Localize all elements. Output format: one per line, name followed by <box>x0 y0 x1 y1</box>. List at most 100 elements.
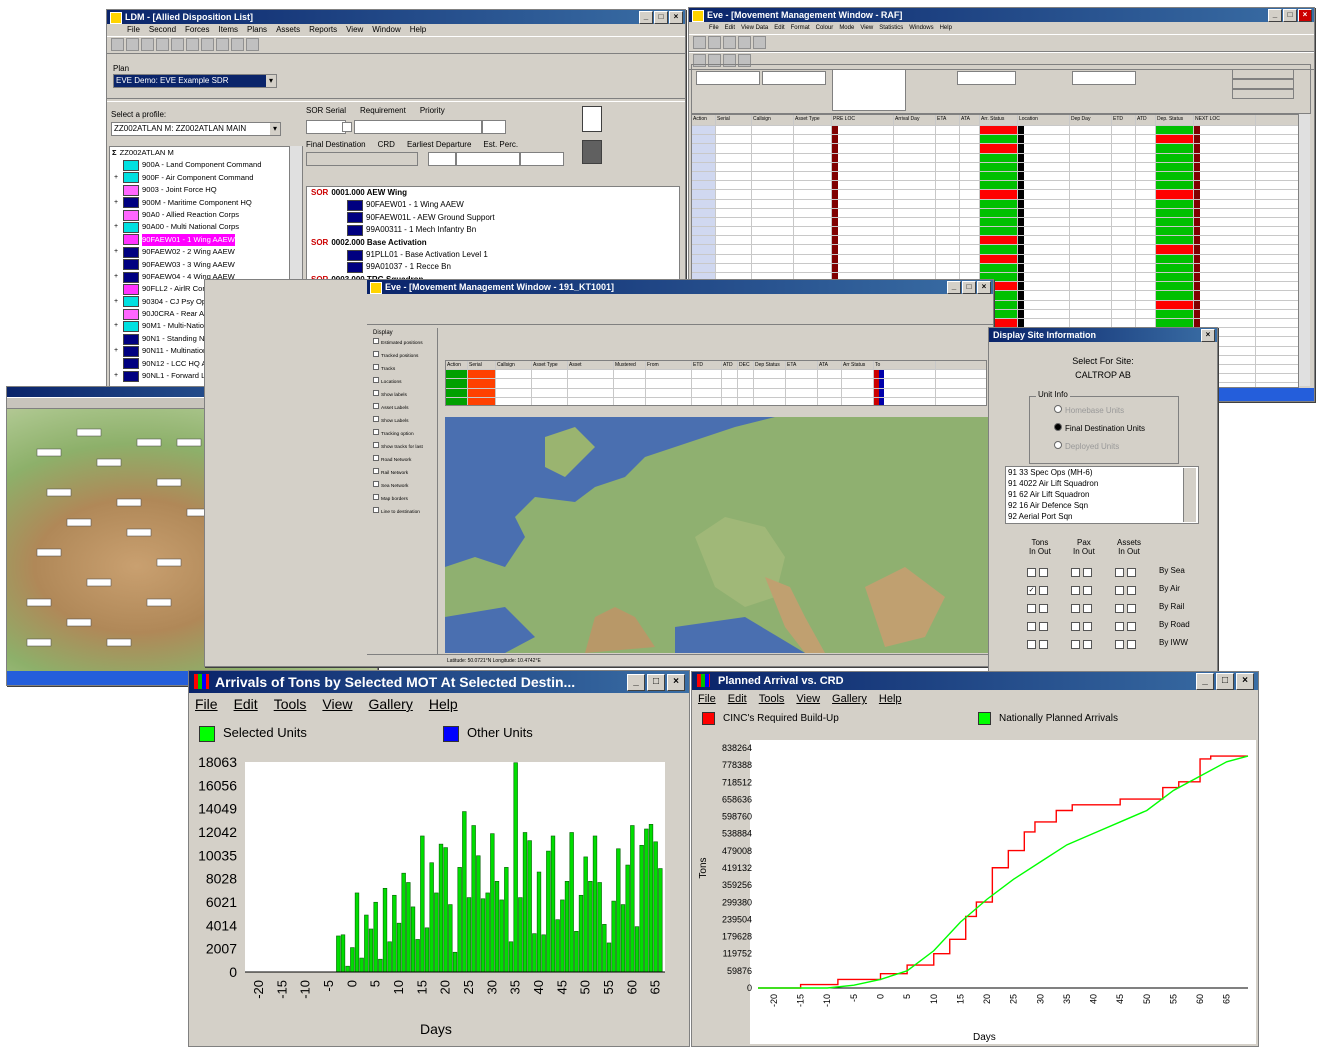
cut-icon[interactable] <box>156 38 169 51</box>
checkbox[interactable] <box>1115 622 1124 631</box>
save-icon[interactable] <box>126 38 139 51</box>
expand-icon[interactable]: + <box>114 296 120 308</box>
display-option[interactable]: Road Network <box>371 455 437 468</box>
checkbox[interactable] <box>373 468 379 474</box>
copy-icon[interactable] <box>171 38 184 51</box>
display-option[interactable]: Rail Network <box>371 468 437 481</box>
minimize-button[interactable]: _ <box>947 281 961 294</box>
column-header[interactable]: ATD <box>1136 115 1156 125</box>
list-item[interactable]: 91 62 Air Lift Squadron <box>1008 489 1198 500</box>
map-label-box[interactable] <box>146 598 172 607</box>
planned-menu-item[interactable]: View <box>796 690 820 708</box>
map-label-box[interactable] <box>26 638 52 647</box>
map-label-box[interactable] <box>126 528 152 537</box>
help-icon[interactable] <box>246 38 259 51</box>
sor-tree-item[interactable]: 90FAEW01 - 1 Wing AAEW <box>307 199 679 212</box>
table-row[interactable] <box>692 217 1298 228</box>
ldm-menu-item[interactable]: Items <box>218 24 238 36</box>
save-disk-icon[interactable] <box>582 140 602 164</box>
table-row[interactable] <box>692 181 1298 191</box>
checkbox[interactable] <box>1027 622 1036 631</box>
sor-tree-item[interactable]: 90FAEW01L - AEW Ground Support <box>307 212 679 224</box>
new-document-icon[interactable] <box>582 106 602 132</box>
tree-root[interactable]: Σ ZZ002ATLAN M <box>110 147 302 159</box>
checkbox[interactable] <box>1027 568 1036 577</box>
column-header[interactable]: ETD <box>1112 115 1136 125</box>
checkbox[interactable] <box>373 338 379 344</box>
display-option[interactable]: Tracking option <box>371 429 437 442</box>
column-header[interactable]: From <box>646 361 692 370</box>
checkbox[interactable] <box>373 507 379 513</box>
find-icon[interactable] <box>201 38 214 51</box>
radio-button[interactable] <box>1054 423 1062 431</box>
column-header[interactable]: Asset Type <box>532 361 568 370</box>
unit-listbox[interactable]: 91 33 Spec Ops (MH-6) 91 4022 Air Lift Sq… <box>1005 466 1199 524</box>
column-header[interactable]: Arr. Status <box>980 115 1018 125</box>
minimize-button[interactable]: _ <box>1268 9 1282 22</box>
table-row[interactable] <box>692 245 1298 255</box>
planned-menu-item[interactable]: Gallery <box>832 690 867 708</box>
tree-item[interactable]: +900F - Air Component Command <box>110 172 302 184</box>
arrivals-menu-item[interactable]: Tools <box>274 693 307 715</box>
ldm-menu-item[interactable]: Help <box>410 24 426 36</box>
requirement-input[interactable] <box>354 120 482 134</box>
table-row[interactable] <box>692 254 1298 264</box>
close-button[interactable]: × <box>667 674 685 691</box>
eve-top-menu-item[interactable]: Help <box>940 22 952 34</box>
expand-icon[interactable]: + <box>114 370 120 382</box>
checkbox[interactable] <box>373 416 379 422</box>
tree-item[interactable]: 900A - Land Component Command <box>110 159 302 172</box>
maximize-button[interactable]: □ <box>1216 673 1234 690</box>
minimize-button[interactable]: _ <box>1196 673 1214 690</box>
checkbox[interactable] <box>373 494 379 500</box>
refresh-icon[interactable] <box>738 36 751 49</box>
checkbox[interactable] <box>1039 622 1048 631</box>
checkbox[interactable] <box>1115 568 1124 577</box>
checkbox[interactable] <box>373 429 379 435</box>
map-label-box[interactable] <box>66 518 92 527</box>
column-header[interactable]: Asset Type <box>794 115 832 125</box>
column-header[interactable]: Mustered <box>614 361 646 370</box>
eve-top-menu-item[interactable]: Mode <box>839 22 854 34</box>
column-header[interactable]: Callsign <box>752 115 794 125</box>
ldm-menu-item[interactable]: Reports <box>309 24 337 36</box>
sor-tree-item[interactable]: SOR 0001.000 AEW Wing <box>307 187 679 199</box>
eve-mid-grid[interactable]: Action Serial Callsign Asset Type Asset Muste… <box>445 360 987 406</box>
table-row[interactable] <box>446 397 986 405</box>
column-header[interactable]: ATA <box>818 361 842 370</box>
maximize-button[interactable]: □ <box>1283 9 1297 22</box>
location-list[interactable] <box>832 69 906 111</box>
table-row[interactable] <box>692 144 1298 154</box>
table-row[interactable] <box>692 208 1298 218</box>
eve-top-menu-item[interactable]: Edit <box>725 22 735 34</box>
checkbox[interactable] <box>1039 604 1048 613</box>
eve-top-menu-item[interactable]: Colour <box>816 22 834 34</box>
map-label-box[interactable] <box>86 578 112 587</box>
sor-checkbox[interactable] <box>342 122 352 132</box>
sor-tree-item[interactable]: 99A00311 - 1 Mech Infantry Bn <box>307 224 679 236</box>
tree-item[interactable]: 90FAEW01 - 1 Wing AAEW <box>110 233 302 247</box>
tree-item[interactable]: +900M - Maritime Component HQ <box>110 197 302 209</box>
column-header[interactable]: Asset <box>568 361 614 370</box>
table-row[interactable] <box>692 236 1298 246</box>
expand-icon[interactable]: + <box>114 320 120 332</box>
checkbox[interactable] <box>373 351 379 357</box>
show-button[interactable] <box>1232 89 1294 99</box>
table-row[interactable] <box>446 370 986 380</box>
plan-select[interactable]: EVE Demo: EVE Example SDR ▾ <box>113 74 277 88</box>
map-label-box[interactable] <box>136 438 162 447</box>
new-icon[interactable] <box>111 38 124 51</box>
table-row[interactable] <box>446 388 986 398</box>
checkbox[interactable] <box>1083 640 1092 649</box>
list-item[interactable]: 92 Aerial Port Sqn <box>1008 511 1198 522</box>
table-row[interactable] <box>692 135 1298 145</box>
list-item[interactable]: 92 16 Air Defence Sqn <box>1008 500 1198 511</box>
expand-icon[interactable]: + <box>114 345 120 357</box>
checkbox[interactable] <box>1115 640 1124 649</box>
map-label-box[interactable] <box>116 498 142 507</box>
checkbox[interactable] <box>1083 622 1092 631</box>
column-header[interactable]: Serial <box>716 115 752 125</box>
checkbox[interactable] <box>1127 640 1136 649</box>
filter-input[interactable] <box>762 71 826 85</box>
ldm-menu-item[interactable]: Window <box>372 24 400 36</box>
